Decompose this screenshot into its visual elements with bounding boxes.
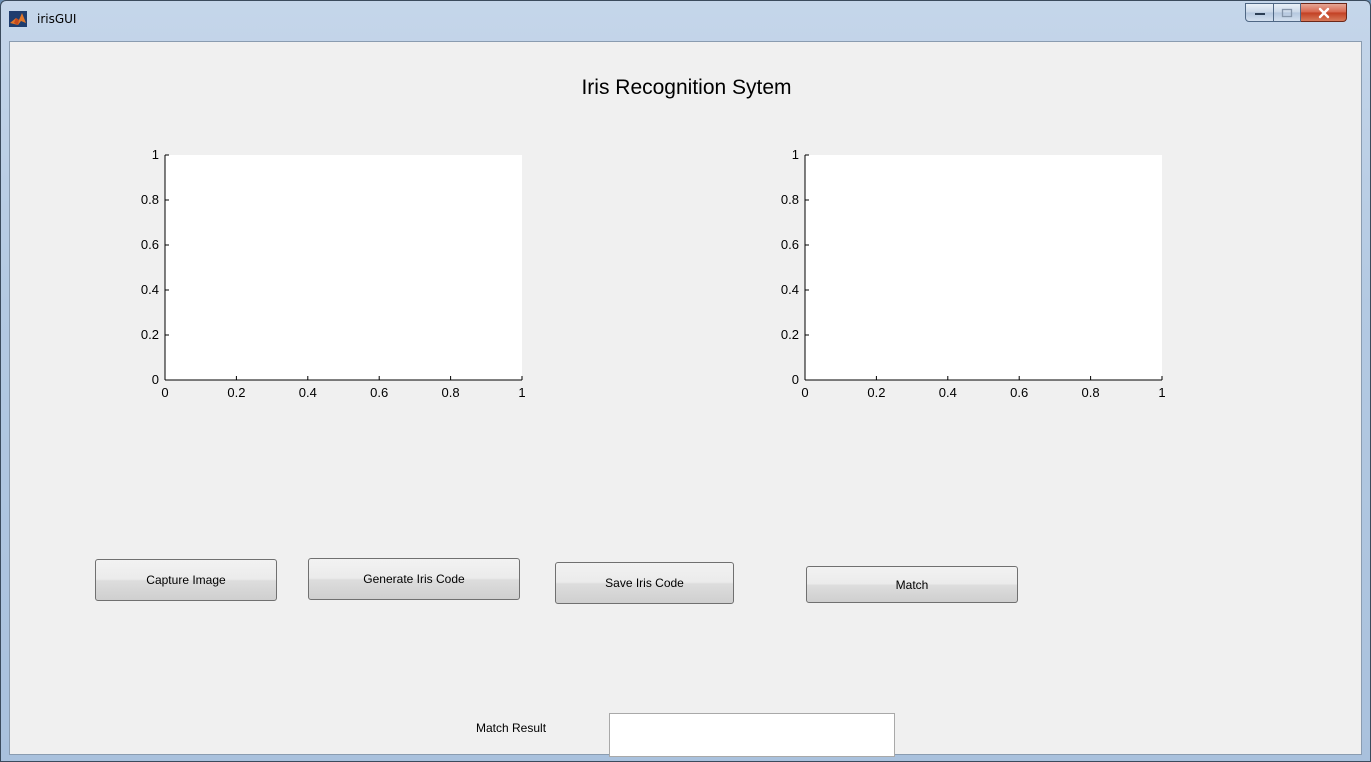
x-tick-label: 0.6 [370, 385, 388, 400]
x-tick-label: 0.2 [867, 385, 885, 400]
y-tick-label: 0.2 [141, 327, 159, 342]
x-tick-label: 0 [161, 385, 168, 400]
close-button[interactable] [1301, 3, 1347, 22]
y-tick-label: 0.2 [781, 327, 799, 342]
maximize-button[interactable] [1274, 3, 1301, 22]
capture-image-button[interactable]: Capture Image [95, 559, 277, 601]
right-axes[interactable]: 0 0.2 0.4 0.6 0.8 1 0 0.2 0.4 0.6 0.8 1 [750, 142, 1190, 412]
left-axes[interactable]: 0 0.2 0.4 0.6 0.8 1 0 0.2 0.4 0.6 0.8 1 [110, 142, 550, 412]
window-title: irisGUI [37, 12, 77, 26]
y-tick-label: 0.4 [141, 282, 159, 297]
generate-iris-code-button[interactable]: Generate Iris Code [308, 558, 520, 600]
window-controls [1245, 3, 1347, 23]
minimize-icon [1254, 12, 1265, 15]
x-tick-label: 0 [801, 385, 808, 400]
x-tick-label: 0.8 [442, 385, 460, 400]
match-result-label: Match Result [476, 721, 547, 735]
match-button[interactable]: Match [806, 566, 1018, 603]
x-tick-label: 1 [518, 385, 525, 400]
x-tick-label: 0.6 [1010, 385, 1028, 400]
x-tick-label: 0.4 [299, 385, 317, 400]
x-tick-label: 0.8 [1082, 385, 1100, 400]
y-tick-label: 1 [152, 147, 159, 162]
maximize-icon [1281, 8, 1293, 17]
y-tick-label: 0 [152, 372, 159, 387]
y-tick-label: 0 [792, 372, 799, 387]
y-tick-label: 1 [792, 147, 799, 162]
y-tick-label: 0.8 [781, 192, 799, 207]
figure-client-area: Iris Recognition Sytem 0 0.2 0.4 0.6 0.8 1 0 0.… [9, 41, 1362, 757]
y-tick-label: 0.6 [141, 237, 159, 252]
x-tick-label: 1 [1158, 385, 1165, 400]
x-tick-label: 0.2 [227, 385, 245, 400]
matlab-figure-window: irisGUI Iris Recognition Sytem 0 0.2 0.4 0.… [0, 0, 1371, 762]
match-result-field[interactable] [609, 713, 895, 757]
plot-area [805, 155, 1162, 380]
save-iris-code-button[interactable]: Save Iris Code [555, 562, 734, 604]
plot-area [165, 155, 522, 380]
minimize-button[interactable] [1245, 3, 1274, 22]
y-tick-label: 0.4 [781, 282, 799, 297]
title-bar[interactable]: irisGUI [1, 1, 1370, 35]
x-tick-label: 0.4 [939, 385, 957, 400]
matlab-icon [9, 11, 27, 27]
y-tick-label: 0.6 [781, 237, 799, 252]
y-tick-label: 0.8 [141, 192, 159, 207]
page-title: Iris Recognition Sytem [581, 76, 792, 99]
close-icon [1318, 7, 1329, 18]
